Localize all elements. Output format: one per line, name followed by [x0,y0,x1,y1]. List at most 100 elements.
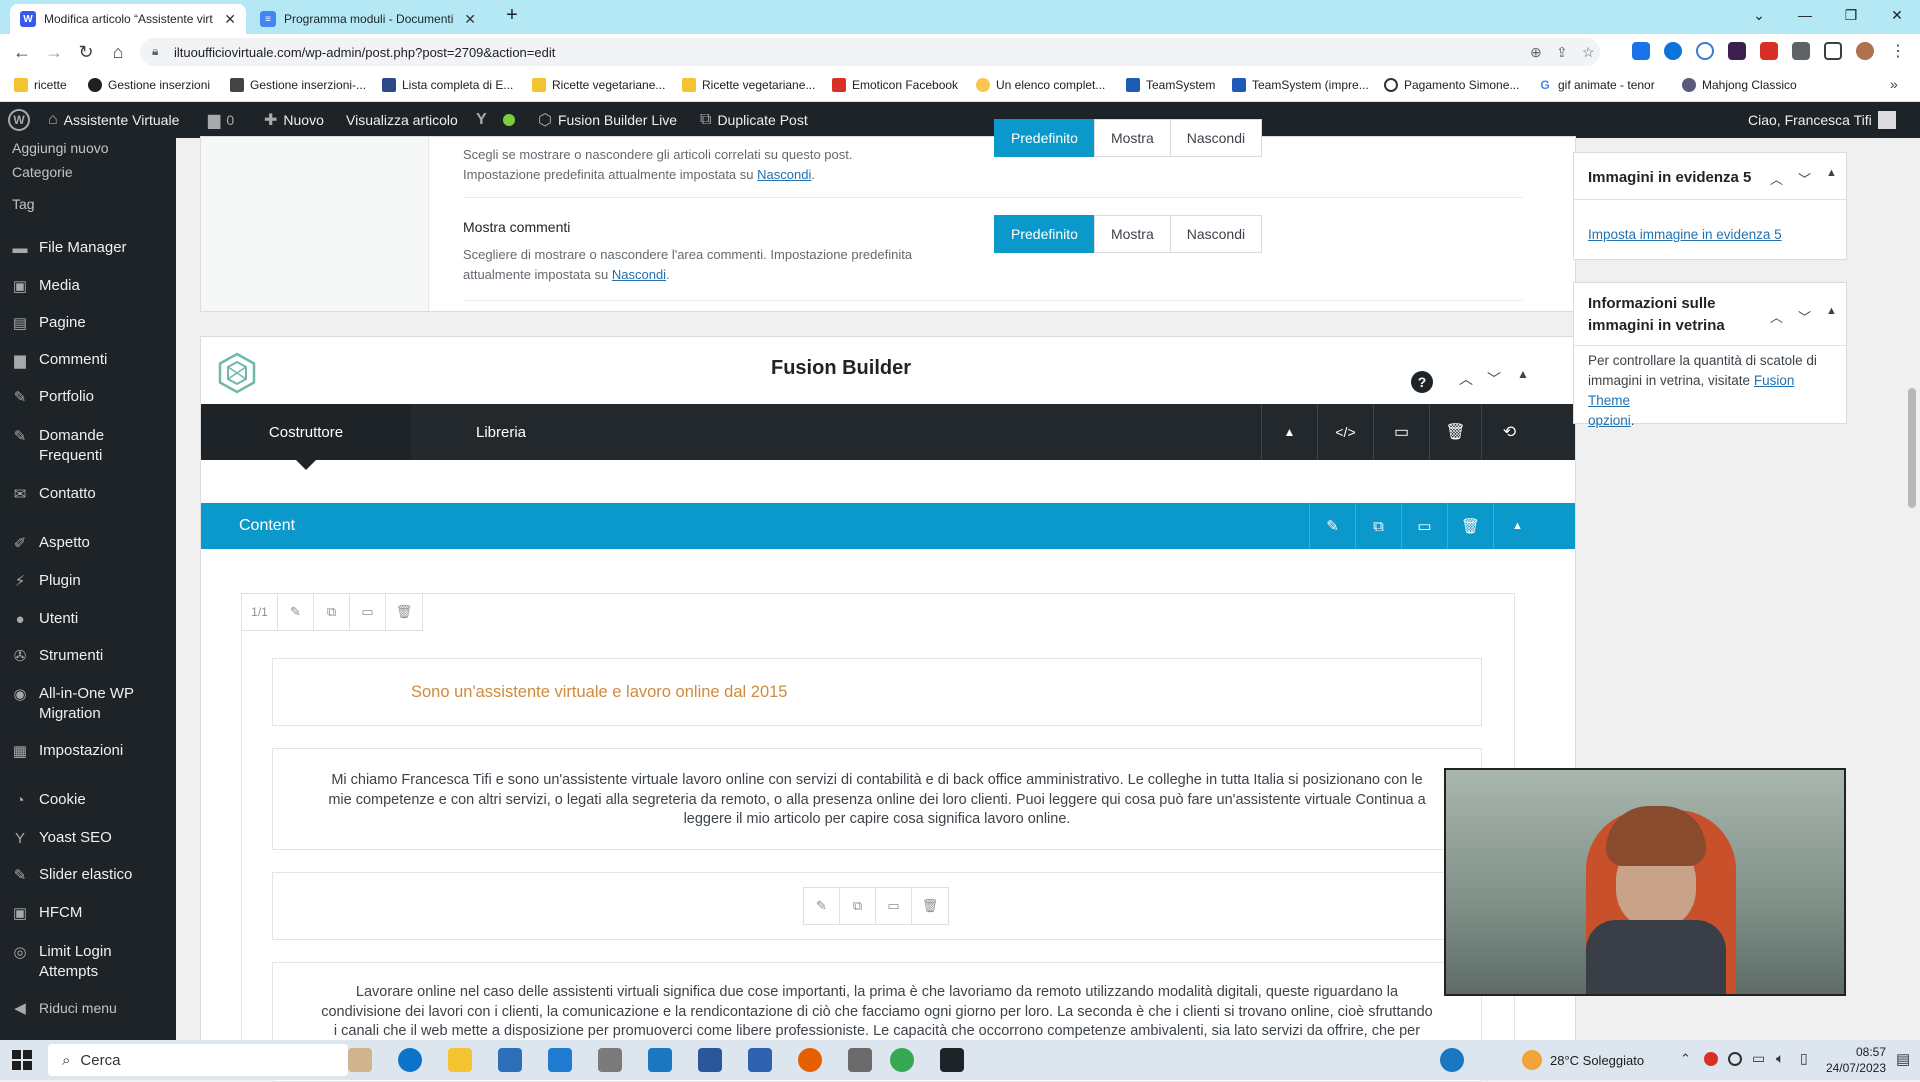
delete-container-icon[interactable]: 🗑︎ [1447,503,1493,549]
related-hide-button[interactable]: Nascondi [1169,119,1263,157]
sidebar-item-faq[interactable]: ✎ Domande Frequenti [0,426,176,466]
submenu-tags[interactable]: Tag [0,188,176,220]
move-up-icon[interactable]: ︿ [1459,369,1473,389]
toggle-panel-icon[interactable]: ▲ [1826,305,1837,317]
extension-red-icon[interactable] [1760,42,1778,60]
yoast-icon[interactable]: Y [476,102,515,138]
sidebar-item-hfcm[interactable]: ▣ HFCM [0,903,176,923]
sidebar-item-tools[interactable]: ✇ Strumenti [0,646,176,666]
tab-builder[interactable]: Costruttore [201,404,411,460]
sidebar-item-plugins[interactable]: ⚡︎ Plugin [0,571,176,591]
recording-icon[interactable] [1704,1052,1718,1066]
move-down-icon[interactable]: ﹀ [1487,369,1501,389]
network-icon[interactable]: ▭ [1752,1050,1765,1067]
sidebar-item-migration[interactable]: ◉ All-in-One WP Migration [0,684,176,724]
edge-icon[interactable] [398,1048,422,1072]
sidebar-item-cookie[interactable]: ◔ Cookie [0,790,176,810]
tray-chevron-icon[interactable]: ⌃ [1680,1051,1691,1067]
minimize-icon[interactable]: — [1782,0,1828,30]
tab-search-icon[interactable]: ⌄ [1736,0,1782,30]
bookmark-item[interactable]: Lista completa di E... [382,78,513,92]
extension-blue-icon[interactable] [1664,42,1682,60]
move-down-icon[interactable]: ﹀ [1798,307,1811,326]
file-explorer-icon[interactable] [448,1048,472,1072]
help-app-icon[interactable] [1440,1048,1464,1072]
clone-element-icon[interactable]: ⧉ [840,888,876,924]
task-view-icon[interactable] [348,1048,372,1072]
close-tab-icon[interactable]: ✕ [224,11,236,28]
windows-start-icon[interactable] [12,1050,32,1070]
sidebar-item-media[interactable]: ▣ Media [0,276,176,296]
user-greeting[interactable]: Ciao, Francesca Tifi [1748,102,1896,138]
save-template-icon[interactable]: ▭ [1373,404,1429,460]
move-down-icon[interactable]: ﹀ [1798,169,1811,188]
related-show-button[interactable]: Mostra [1093,119,1171,157]
extensions-puzzle-icon[interactable] [1792,42,1810,60]
comments-link[interactable]: ▆ 0 [208,102,234,138]
delete-column-icon[interactable]: 🗑︎ [386,594,422,630]
sidebar-item-yoast[interactable]: Y Yoast SEO [0,828,176,848]
extension-c-icon[interactable] [1696,42,1714,60]
bookmark-item[interactable]: Ricette vegetariane... [532,78,665,92]
app-icon[interactable] [940,1048,964,1072]
bookmark-item[interactable]: Gestione inserzioni-... [230,78,366,92]
related-default-button[interactable]: Predefinito [994,119,1095,157]
clone-container-icon[interactable]: ⧉ [1355,503,1401,549]
calculator-icon[interactable] [648,1048,672,1072]
taskbar-search[interactable]: ⌕ Cerca [48,1044,348,1076]
move-up-icon[interactable]: ︿ [1770,169,1783,188]
collapse-all-icon[interactable]: ▲ [1261,404,1317,460]
forward-icon[interactable]: → [42,40,66,64]
history-icon[interactable]: ⟲ [1481,404,1537,460]
set-featured-image-5-link[interactable]: Imposta immagine in evidenza 5 [1588,227,1782,242]
fusion-options-link[interactable]: opzioni [1588,413,1631,428]
tray-app-icon[interactable] [1728,1052,1742,1066]
bookmark-item[interactable]: Ricette vegetariane... [682,78,815,92]
word-icon[interactable] [698,1048,722,1072]
content-container-bar[interactable]: Content ✎ ⧉ ▭ 🗑︎ ▲ [201,503,1575,549]
bookmark-star-icon[interactable]: ☆ [1582,44,1595,61]
bookmark-item[interactable]: Ggif animate - tenor [1538,78,1655,92]
text-block-element[interactable]: Mi chiamo Francesca Tifi e sono un'assis… [272,748,1482,850]
new-content-link[interactable]: ✚ Nuovo [264,102,324,138]
code-icon[interactable]: </> [1317,404,1373,460]
close-tab-icon[interactable]: ✕ [464,11,476,28]
delete-all-icon[interactable]: 🗑︎ [1429,404,1481,460]
app-icon[interactable] [848,1048,872,1072]
delete-element-icon[interactable]: 🗑︎ [912,888,948,924]
related-default-link[interactable]: Nascondi [757,167,811,182]
share-icon[interactable]: ⇪ [1556,44,1568,61]
save-element-icon[interactable]: ▭ [876,888,912,924]
extension-dark-icon[interactable] [1728,42,1746,60]
image-element[interactable]: ✎ ⧉ ▭ 🗑︎ [272,872,1482,940]
firefox-icon[interactable] [798,1048,822,1072]
fusion-live-link[interactable]: ⬡ Fusion Builder Live [538,102,677,138]
bookmark-item[interactable]: TeamSystem [1126,78,1215,92]
tab-edit-post[interactable]: W Modifica articolo “Assistente virt ✕ [10,4,246,34]
help-icon[interactable]: ? [1411,371,1433,393]
sidebar-item-users[interactable]: ● Utenti [0,609,176,629]
edit-container-icon[interactable]: ✎ [1309,503,1355,549]
home-icon[interactable]: ⌂ [106,40,130,64]
sidebar-item-contact[interactable]: ✉ Contatto [0,484,176,504]
title-element[interactable]: Sono un'assistente virtuale e lavoro onl… [272,658,1482,726]
tab-library[interactable]: Libreria [411,404,591,460]
comments-hide-button[interactable]: Nascondi [1169,215,1263,253]
comments-default-link[interactable]: Nascondi [612,267,666,282]
battery-icon[interactable]: ▯ [1800,1050,1808,1067]
reload-icon[interactable]: ↻ [74,40,98,64]
tab-documents[interactable]: ≡ Programma moduli - Documenti ✕ [250,4,486,34]
comments-default-button[interactable]: Predefinito [994,215,1095,253]
clock[interactable]: 08:57 24/07/2023 [1820,1044,1886,1076]
weather-widget[interactable]: 28°C Soleggiato [1522,1050,1644,1070]
app-icon[interactable] [748,1048,772,1072]
sidebar-item-limit-login[interactable]: ◎ Limit Login Attempts [0,942,176,982]
mail-icon[interactable] [548,1048,572,1072]
view-post-link[interactable]: Visualizza articolo [346,102,458,138]
save-container-icon[interactable]: ▭ [1401,503,1447,549]
bookmark-item[interactable]: Un elenco complet... [976,78,1105,92]
app-icon[interactable] [598,1048,622,1072]
scrollbar-thumb[interactable] [1908,388,1916,508]
bookmark-item[interactable]: TeamSystem (impre... [1232,78,1369,92]
comments-show-button[interactable]: Mostra [1093,215,1171,253]
